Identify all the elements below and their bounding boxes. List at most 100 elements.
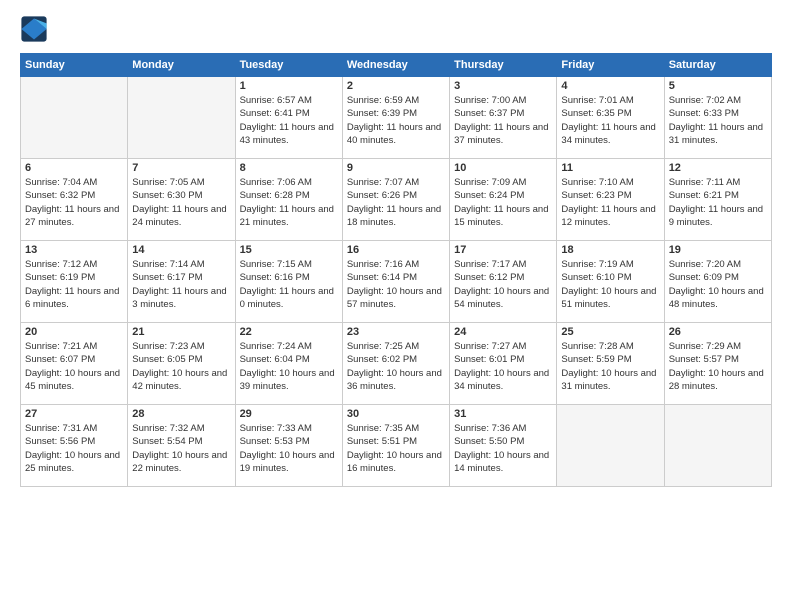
calendar-day-cell: 30Sunrise: 7:35 AMSunset: 5:51 PMDayligh… [342,405,449,487]
sunset: Sunset: 6:23 PM [561,190,631,201]
sunrise: Sunrise: 7:23 AM [132,341,204,352]
daylight: Daylight: 10 hours and 28 minutes. [669,368,764,392]
sunrise: Sunrise: 6:57 AM [240,95,312,106]
sunset: Sunset: 6:09 PM [669,272,739,283]
day-info: Sunrise: 6:57 AMSunset: 6:41 PMDaylight:… [240,94,338,147]
calendar-day-cell: 6Sunrise: 7:04 AMSunset: 6:32 PMDaylight… [21,159,128,241]
sunrise: Sunrise: 7:14 AM [132,259,204,270]
day-info: Sunrise: 7:28 AMSunset: 5:59 PMDaylight:… [561,340,659,393]
calendar-day-cell: 23 Sunrise: 7:25 AMSunset: 6:02 PMDayligh… [342,323,449,405]
sunset: Sunset: 6:05 PM [132,354,202,365]
day-info: Sunrise: 7:20 AM Sunset: 6:09 PM Daylight:… [669,258,767,311]
daylight: Daylight: 11 hours and 3 minutes. [132,286,226,310]
sunset: Sunset: 6:04 PM [240,354,310,365]
sunrise: Sunrise: 7:27 AM [454,341,526,352]
sunset: Sunset: 5:59 PM [561,354,631,365]
day-info: Sunrise: 7:10 AMSunset: 6:23 PMDaylight:… [561,176,659,229]
day-info: Sunrise: 7:33 AMSunset: 5:53 PMDaylight:… [240,422,338,475]
sunrise: Sunrise: 7:09 AM [454,177,526,188]
sunset: Sunset: 6:02 PM [347,354,417,365]
sunset: Sunset: 6:19 PM [25,272,95,283]
calendar-day-cell: 4Sunrise: 7:01 AMSunset: 6:35 PMDaylight… [557,77,664,159]
day-number: 22 [240,326,338,338]
day-number: 15 [240,244,338,256]
day-number: 12 [669,162,767,174]
calendar-day-cell: 31 Sunrise: 7:36 AM Sunset: 5:50 PM Dayligh… [450,405,557,487]
calendar-day-cell: 22 Sunrise: 7:24 AMSunset: 6:04 PMDayligh… [235,323,342,405]
calendar-week-row: 27Sunrise: 7:31 AMSunset: 5:56 PMDayligh… [21,405,772,487]
daylight: Daylight: 11 hours and 15 minutes. [454,204,548,228]
sunset: Sunset: 5:50 PM [454,436,524,447]
day-info: Sunrise: 7:31 AMSunset: 5:56 PMDaylight:… [25,422,123,475]
day-number: 10 [454,162,552,174]
calendar-day-cell: 25Sunrise: 7:28 AMSunset: 5:59 PMDayligh… [557,323,664,405]
sunset: Sunset: 6:35 PM [561,108,631,119]
calendar-day-cell: 3 Sunrise: 7:00 AMSunset: 6:37 PMDaylight… [450,77,557,159]
day-info: Sunrise: 7:25 AMSunset: 6:02 PMDaylight:… [347,340,445,393]
sunset: Sunset: 5:56 PM [25,436,95,447]
day-info: Sunrise: 7:19 AMSunset: 6:10 PMDaylight:… [561,258,659,311]
daylight: Daylight: 11 hours and 34 minutes. [561,122,655,146]
day-number: 31 [454,408,552,420]
day-info: Sunrise: 7:24 AMSunset: 6:04 PMDaylight:… [240,340,338,393]
sunset: Sunset: 6:12 PM [454,272,524,283]
daylight: Daylight: 11 hours and 9 minutes. [669,204,763,228]
calendar-table: SundayMondayTuesdayWednesdayThursdayFrid… [20,53,772,487]
day-number: 19 [669,244,767,256]
calendar-day-cell [128,77,235,159]
day-number: 14 [132,244,230,256]
sunrise: Sunrise: 7:21 AM [25,341,97,352]
calendar-week-row: 20Sunrise: 7:21 AMSunset: 6:07 PMDayligh… [21,323,772,405]
daylight: Daylight: 11 hours and 40 minutes. [347,122,441,146]
sunset: Sunset: 6:16 PM [240,272,310,283]
sunset: Sunset: 6:30 PM [132,190,202,201]
calendar-week-row: 13Sunrise: 7:12 AMSunset: 6:19 PMDayligh… [21,241,772,323]
day-info: Sunrise: 7:15 AMSunset: 6:16 PMDaylight:… [240,258,338,311]
daylight: Daylight: 10 hours and 14 minutes. [454,450,549,474]
daylight: Daylight: 11 hours and 37 minutes. [454,122,548,146]
sunrise: Sunrise: 7:36 AM [454,423,526,434]
sunrise: Sunrise: 7:00 AM [454,95,526,106]
calendar-day-cell: 20Sunrise: 7:21 AMSunset: 6:07 PMDayligh… [21,323,128,405]
sunrise: Sunrise: 7:12 AM [25,259,97,270]
day-number: 11 [561,162,659,174]
day-number: 28 [132,408,230,420]
calendar-day-cell: 17Sunrise: 7:17 AMSunset: 6:12 PMDayligh… [450,241,557,323]
day-number: 24 [454,326,552,338]
sunrise: Sunrise: 7:20 AM [669,259,741,270]
calendar-day-cell: 2Sunrise: 6:59 AMSunset: 6:39 PMDaylight… [342,77,449,159]
sunrise: Sunrise: 7:31 AM [25,423,97,434]
sunrise: Sunrise: 6:59 AM [347,95,419,106]
day-info: Sunrise: 7:36 AM Sunset: 5:50 PM Daylight:… [454,422,552,475]
day-number: 7 [132,162,230,174]
day-info: Sunrise: 7:12 AM Sunset: 6:19 PM Daylight:… [25,258,123,311]
sunrise: Sunrise: 7:33 AM [240,423,312,434]
sunrise: Sunrise: 7:05 AM [132,177,204,188]
day-info: Sunrise: 7:05 AMSunset: 6:30 PMDaylight:… [132,176,230,229]
sunset: Sunset: 5:57 PM [669,354,739,365]
daylight: Daylight: 10 hours and 54 minutes. [454,286,549,310]
daylight: Daylight: 11 hours and 6 minutes. [25,286,119,310]
day-info: Sunrise: 7:00 AMSunset: 6:37 PMDaylight:… [454,94,552,147]
daylight: Daylight: 11 hours and 21 minutes. [240,204,334,228]
day-number: 1 [240,80,338,92]
day-number: 23 [347,326,445,338]
sunrise: Sunrise: 7:10 AM [561,177,633,188]
day-number: 18 [561,244,659,256]
sunrise: Sunrise: 7:01 AM [561,95,633,106]
weekday-header-row: SundayMondayTuesdayWednesdayThursdayFrid… [21,54,772,77]
sunset: Sunset: 6:01 PM [454,354,524,365]
sunset: Sunset: 6:17 PM [132,272,202,283]
day-number: 3 [454,80,552,92]
weekday-header: Wednesday [342,54,449,77]
day-info: Sunrise: 7:27 AMSunset: 6:01 PMDaylight:… [454,340,552,393]
calendar-day-cell: 21Sunrise: 7:23 AMSunset: 6:05 PMDayligh… [128,323,235,405]
sunset: Sunset: 6:10 PM [561,272,631,283]
sunrise: Sunrise: 7:32 AM [132,423,204,434]
day-info: Sunrise: 7:14 AM Sunset: 6:17 PM Daylight:… [132,258,230,311]
daylight: Daylight: 10 hours and 22 minutes. [132,450,227,474]
daylight: Daylight: 10 hours and 48 minutes. [669,286,764,310]
sunset: Sunset: 6:26 PM [347,190,417,201]
day-info: Sunrise: 7:21 AMSunset: 6:07 PMDaylight:… [25,340,123,393]
calendar-day-cell: 10Sunrise: 7:09 AMSunset: 6:24 PMDayligh… [450,159,557,241]
